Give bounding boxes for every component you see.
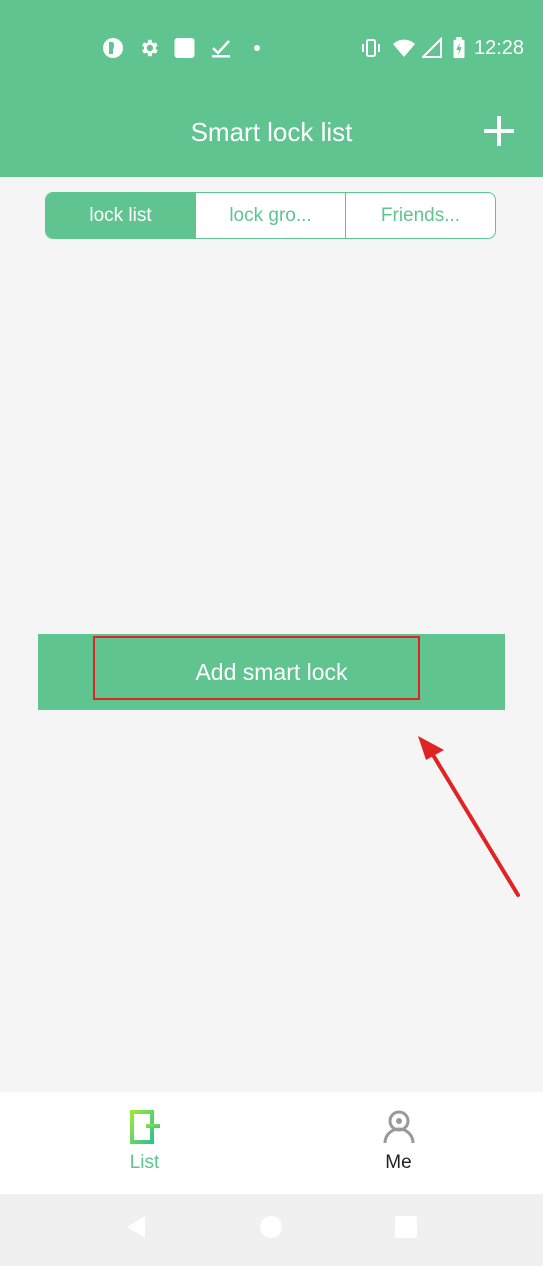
plus-icon[interactable]: [482, 114, 516, 148]
annotation-arrow-icon: [418, 736, 520, 897]
wifi-icon: [393, 39, 415, 57]
check-icon: [212, 40, 230, 58]
recents-icon[interactable]: [391, 1212, 421, 1242]
dot-icon: [254, 45, 260, 51]
bottom-nav: List Me: [0, 1092, 543, 1194]
status-time: 12:28: [474, 37, 525, 59]
back-icon[interactable]: [121, 1212, 151, 1242]
vibrate-icon: [362, 39, 380, 57]
nav-label-list: List: [129, 1152, 160, 1173]
person-icon: [383, 1110, 414, 1144]
app-icon: [103, 38, 123, 58]
tab-lock-group[interactable]: lock gro...: [195, 193, 345, 238]
header: 12:28 Smart lock list: [0, 0, 543, 177]
home-icon[interactable]: [256, 1212, 286, 1242]
square-app-icon: [174, 38, 195, 58]
add-smart-lock-label: Add smart lock: [195, 658, 348, 685]
settings-icon: [142, 39, 158, 57]
page-title: Smart lock list: [190, 117, 353, 147]
system-nav-bar: [0, 1194, 543, 1266]
tab-lock-list[interactable]: lock list: [46, 193, 195, 238]
battery-charging-icon: [453, 37, 465, 59]
tab-friends[interactable]: Friends...: [345, 193, 495, 238]
add-smart-lock-button[interactable]: Add smart lock: [38, 634, 505, 710]
nav-item-me[interactable]: Me: [263, 1092, 534, 1194]
signal-icon: [422, 37, 442, 58]
door-list-icon: [129, 1110, 160, 1144]
nav-label-me: Me: [385, 1152, 412, 1173]
nav-item-list[interactable]: List: [9, 1092, 280, 1194]
segmented-tabs: lock list lock gro... Friends...: [45, 192, 496, 239]
